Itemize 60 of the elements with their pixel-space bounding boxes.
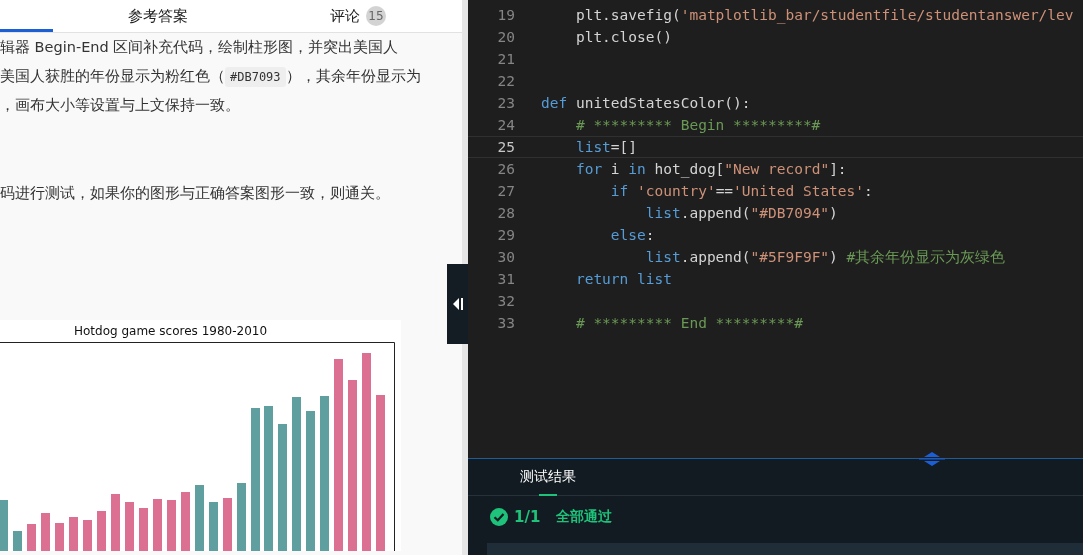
line-number: 28 (496, 205, 515, 221)
line-number: 29 (496, 227, 515, 243)
code-line: plt.close() (574, 29, 672, 45)
bar (153, 499, 162, 551)
chart-title: Hotdog game scores 1980-2010 (74, 324, 268, 338)
line-number: 27 (496, 183, 515, 199)
bar (209, 502, 218, 551)
code-line: # ********* End *********# (574, 315, 803, 331)
bar (83, 520, 92, 551)
line-number: 25 (496, 139, 515, 155)
code-line: # ********* Begin *********# (574, 117, 821, 133)
comment-count-badge: 15 (366, 6, 386, 26)
bar (223, 498, 232, 551)
code-line: list=[] (574, 139, 638, 155)
pass-status: 全部通过 (556, 508, 613, 526)
bar (97, 511, 106, 551)
code-line: return list (574, 271, 672, 287)
instruction-text: ，画布大小等设置与上文保持一致。 (0, 96, 241, 115)
bar (13, 531, 22, 551)
bar (195, 485, 204, 551)
bar (111, 494, 120, 551)
code-line: else: (609, 227, 655, 243)
bar (181, 492, 190, 551)
line-number: 30 (496, 249, 515, 265)
line-number: 32 (496, 293, 515, 309)
bar (69, 517, 78, 551)
bar (41, 513, 50, 551)
code-line: def unitedStatesColor(): (541, 95, 751, 111)
line-number: 19 (496, 7, 515, 23)
line-number: 24 (496, 117, 515, 133)
line-number: 33 (496, 315, 515, 331)
resize-handle-icon[interactable] (919, 451, 945, 467)
bar (0, 500, 8, 551)
bar (237, 483, 246, 551)
bar (27, 524, 36, 551)
code-line: plt.savefig('matplotlib_bar/studentfile/studentanswer/lev (574, 7, 1074, 23)
collapse-left-icon (451, 297, 464, 311)
line-number: 23 (496, 95, 515, 111)
bar (167, 500, 176, 551)
tab[interactable]: 评论 15 (263, 0, 453, 32)
line-number: 22 (496, 73, 515, 89)
code-line: list.append("#5F9F9F") #其余年份显示为灰绿色 (644, 247, 1006, 267)
code-line: for i in hot_dog["New record"]: (574, 161, 847, 177)
instruction-text: 码进行测试，如果你的图形与正确答案图形一致，则通关。 (0, 184, 391, 203)
line-number: 31 (496, 271, 515, 287)
collapse-button[interactable] (447, 264, 468, 344)
instruction-text: 美国人获胜的年份显示为粉红色（ #DB7093 ），其余年份显示为 (0, 62, 462, 91)
check-circle-icon (490, 508, 508, 526)
bar (55, 523, 64, 551)
code-line: if 'country'=='United States': (609, 183, 873, 199)
instruction-text: 辑器 Begin-End 区间补充代码，绘制柱形图，并突出美国人 (0, 38, 400, 57)
line-number: 20 (496, 29, 515, 45)
bar (139, 508, 148, 551)
pass-count: 1/1 (514, 508, 541, 526)
bar (125, 502, 134, 551)
tab[interactable]: 测试结果 (520, 459, 576, 495)
line-number: 26 (496, 161, 515, 177)
tab[interactable]: 参考答案 (53, 0, 263, 32)
code-line: list.append("#DB7094") (644, 205, 838, 221)
line-number: 21 (496, 51, 515, 67)
